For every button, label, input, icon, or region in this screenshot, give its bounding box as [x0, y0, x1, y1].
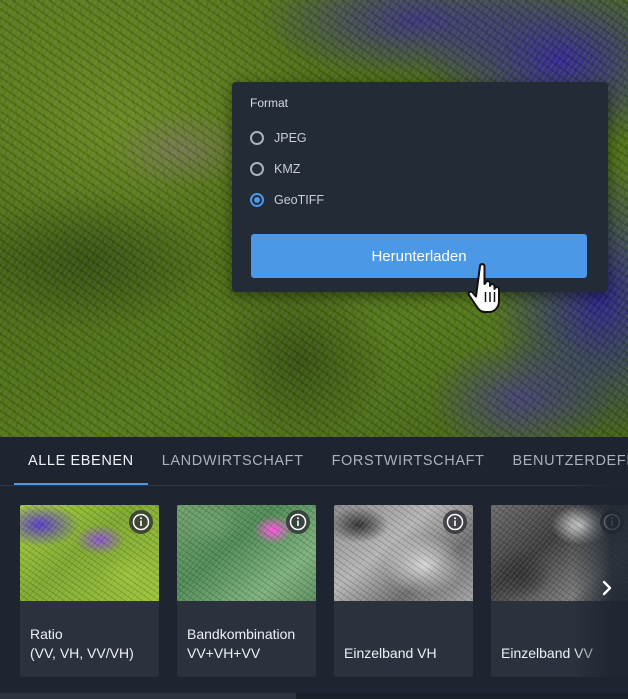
tab-forstwirtschaft[interactable]: FORSTWIRTSCHAFT — [318, 437, 499, 485]
horizontal-scrollbar[interactable] — [0, 693, 628, 699]
layer-cards-row: Ratio (VV, VH, VV/VH) Bandkombination VV… — [0, 505, 628, 677]
format-option-jpeg[interactable]: JPEG — [250, 122, 590, 153]
layers-panel: ALLE EBENEN LANDWIRTSCHAFT FORSTWIRTSCHA… — [0, 437, 628, 699]
format-label: Format — [250, 96, 289, 110]
info-icon[interactable] — [286, 510, 310, 534]
layer-card-bandkombination[interactable]: Bandkombination VV+VH+VV — [177, 505, 316, 677]
download-format-popup: Format JPEG KMZ GeoTIFF Herunterladen — [232, 82, 608, 292]
format-option-geotiff[interactable]: GeoTIFF — [250, 184, 590, 215]
radio-button-jpeg[interactable] — [250, 130, 264, 145]
format-option-label: JPEG — [274, 130, 307, 145]
layer-card-ratio[interactable]: Ratio (VV, VH, VV/VH) — [20, 505, 159, 677]
info-icon[interactable] — [600, 510, 624, 534]
layer-category-tabs: ALLE EBENEN LANDWIRTSCHAFT FORSTWIRTSCHA… — [0, 437, 628, 486]
info-icon[interactable] — [129, 510, 153, 534]
tab-landwirtschaft[interactable]: LANDWIRTSCHAFT — [148, 437, 318, 485]
layer-card-title: Einzelband VH — [344, 645, 437, 661]
radio-button-geotiff[interactable] — [250, 192, 264, 207]
layer-card-title: Einzelband VV — [501, 645, 593, 661]
scroll-next-button[interactable] — [596, 577, 618, 599]
tab-alle-ebenen[interactable]: ALLE EBENEN — [14, 437, 148, 485]
download-button[interactable]: Herunterladen — [251, 234, 587, 278]
format-option-label: GeoTIFF — [274, 192, 325, 207]
tab-benutzerdefiniert[interactable]: BENUTZERDEFINIERT — [499, 437, 628, 485]
layer-card-einzelband-vh[interactable]: Einzelband VH — [334, 505, 473, 677]
scrollbar-thumb[interactable] — [0, 693, 296, 699]
format-option-label: KMZ — [274, 161, 301, 176]
radio-button-kmz[interactable] — [250, 161, 264, 176]
layer-card-title: Ratio (VV, VH, VV/VH) — [30, 626, 134, 661]
chevron-right-icon — [602, 580, 612, 596]
layer-card-title: Bandkombination VV+VH+VV — [187, 626, 296, 661]
format-option-kmz[interactable]: KMZ — [250, 153, 590, 184]
info-icon[interactable] — [443, 510, 467, 534]
app-root: Format JPEG KMZ GeoTIFF Herunterladen AL… — [0, 0, 628, 699]
